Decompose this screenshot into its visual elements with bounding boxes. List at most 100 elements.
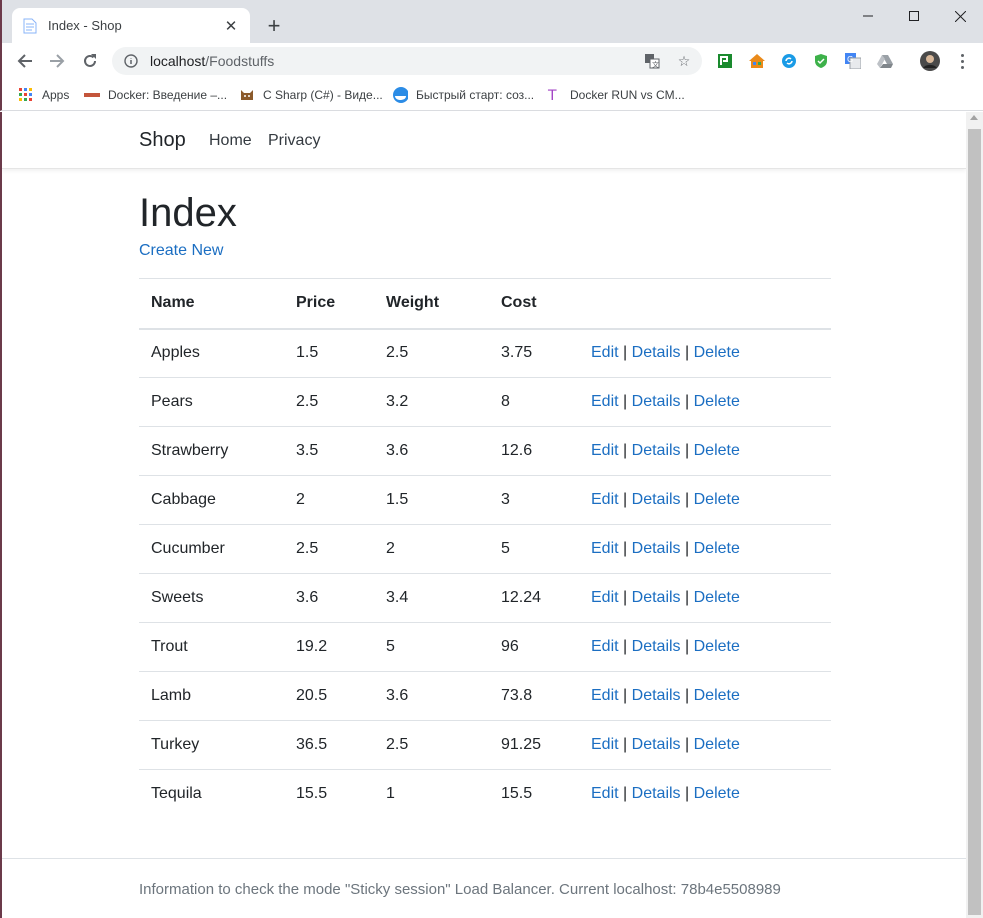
separator: | (685, 687, 690, 704)
extension-translate-icon[interactable]: G (843, 51, 863, 71)
details-link[interactable]: Details (632, 442, 681, 459)
table-row: Tequila 15.5 1 15.5 Edit | Details | Delete (139, 770, 831, 819)
site-info-icon[interactable] (122, 52, 140, 70)
url-path: /Foodstuffs (205, 53, 275, 69)
cell-price: 1.5 (284, 328, 374, 378)
svg-text:T: T (547, 88, 557, 103)
reload-icon[interactable] (76, 47, 104, 75)
cell-weight: 2.5 (374, 328, 489, 378)
delete-link[interactable]: Delete (694, 785, 740, 802)
separator: | (623, 393, 628, 410)
edit-link[interactable]: Edit (591, 344, 619, 361)
bookmark-docker-intro[interactable]: Docker: Введение –... (84, 85, 227, 105)
scrollbar-thumb[interactable] (968, 129, 981, 915)
vertical-scrollbar[interactable] (966, 112, 983, 918)
page-footer: Information to check the mode "Sticky se… (2, 858, 966, 918)
delete-link[interactable]: Delete (694, 589, 740, 606)
brand-link[interactable]: Shop (139, 129, 186, 152)
cell-name: Sweets (139, 573, 284, 623)
extension-home-icon[interactable] (747, 51, 767, 71)
new-tab-button[interactable]: + (260, 12, 288, 40)
table-row: Apples 1.5 2.5 3.75 Edit | Details | Delete (139, 328, 831, 378)
edit-link[interactable]: Edit (591, 687, 619, 704)
separator: | (623, 540, 628, 557)
details-link[interactable]: Details (632, 393, 681, 410)
browser-tab[interactable]: Index - Shop ✕ (12, 8, 250, 43)
separator: | (685, 540, 690, 557)
cell-price: 20.5 (284, 671, 374, 721)
cell-price: 36.5 (284, 720, 374, 770)
details-link[interactable]: Details (632, 589, 681, 606)
chrome-menu-icon[interactable] (952, 51, 972, 71)
cell-actions: Edit | Details | Delete (579, 426, 831, 476)
forward-arrow-icon[interactable] (43, 47, 71, 75)
edit-link[interactable]: Edit (591, 393, 619, 410)
translate-icon[interactable]: 文 (642, 51, 662, 71)
bookmark-label: Быстрый старт: соз... (416, 88, 535, 102)
close-tab-icon[interactable]: ✕ (222, 17, 240, 35)
cell-weight: 2.5 (374, 720, 489, 770)
bookmark-csharp[interactable]: C Sharp (C#) - Виде... (239, 85, 383, 105)
page-favicon-icon (22, 18, 38, 34)
header-actions (579, 278, 831, 330)
edit-link[interactable]: Edit (591, 491, 619, 508)
extension-shield-icon[interactable] (811, 51, 831, 71)
cell-price: 19.2 (284, 622, 374, 672)
cell-price: 3.5 (284, 426, 374, 476)
create-new-link[interactable]: Create New (139, 242, 831, 260)
delete-link[interactable]: Delete (694, 393, 740, 410)
cell-cost: 91.25 (489, 720, 579, 770)
edit-link[interactable]: Edit (591, 638, 619, 655)
csharp-site-icon (239, 87, 255, 103)
delete-link[interactable]: Delete (694, 442, 740, 459)
edit-link[interactable]: Edit (591, 540, 619, 557)
scroll-up-arrow-icon[interactable] (970, 115, 978, 120)
delete-link[interactable]: Delete (694, 736, 740, 753)
address-bar[interactable]: localhost/Foodstuffs 文 ☆ (112, 47, 702, 75)
maximize-window-icon[interactable] (891, 0, 937, 32)
delete-link[interactable]: Delete (694, 344, 740, 361)
delete-link[interactable]: Delete (694, 687, 740, 704)
apps-grid-icon (18, 87, 34, 103)
cell-actions: Edit | Details | Delete (579, 770, 831, 819)
separator: | (685, 344, 690, 362)
extension-sync-icon[interactable] (779, 51, 799, 71)
table-row: Strawberry 3.5 3.6 12.6 Edit | Details | Del… (139, 426, 831, 476)
details-link[interactable]: Details (632, 638, 681, 655)
details-link[interactable]: Details (632, 491, 681, 508)
delete-link[interactable]: Delete (694, 540, 740, 557)
table-header-row: Name Price Weight Cost (139, 278, 831, 330)
bookmark-docker-run[interactable]: T Docker RUN vs CM... (546, 85, 685, 105)
edit-link[interactable]: Edit (591, 589, 619, 606)
minimize-window-icon[interactable] (845, 0, 891, 32)
nav-home-link[interactable]: Home (209, 132, 252, 150)
back-arrow-icon[interactable] (11, 47, 39, 75)
profile-avatar-icon[interactable] (920, 51, 940, 71)
edit-link[interactable]: Edit (591, 442, 619, 459)
details-link[interactable]: Details (632, 736, 681, 753)
bookmark-star-icon[interactable]: ☆ (674, 51, 694, 71)
cell-weight: 3.2 (374, 377, 489, 427)
docker-whale-icon (392, 87, 408, 103)
cell-price: 2.5 (284, 377, 374, 427)
extension-drive-icon[interactable] (875, 51, 895, 71)
delete-link[interactable]: Delete (694, 491, 740, 508)
cell-name: Tequila (151, 785, 202, 803)
cell-weight: 1.5 (374, 475, 489, 525)
extension-green-icon[interactable] (715, 51, 735, 71)
details-link[interactable]: Details (632, 687, 681, 704)
details-link[interactable]: Details (632, 344, 681, 361)
cell-cost: 12.6 (489, 426, 579, 476)
svg-text:G: G (847, 55, 853, 64)
edit-link[interactable]: Edit (591, 785, 619, 802)
separator: | (685, 589, 690, 606)
nav-privacy-link[interactable]: Privacy (268, 132, 320, 150)
close-window-icon[interactable] (937, 0, 983, 32)
bookmark-quickstart[interactable]: Быстрый старт: соз... (392, 85, 534, 105)
cell-price: 2 (284, 475, 374, 525)
bookmark-apps[interactable]: Apps (18, 85, 69, 105)
edit-link[interactable]: Edit (591, 736, 619, 753)
delete-link[interactable]: Delete (694, 638, 740, 655)
details-link[interactable]: Details (632, 540, 681, 557)
details-link[interactable]: Details (632, 785, 681, 802)
